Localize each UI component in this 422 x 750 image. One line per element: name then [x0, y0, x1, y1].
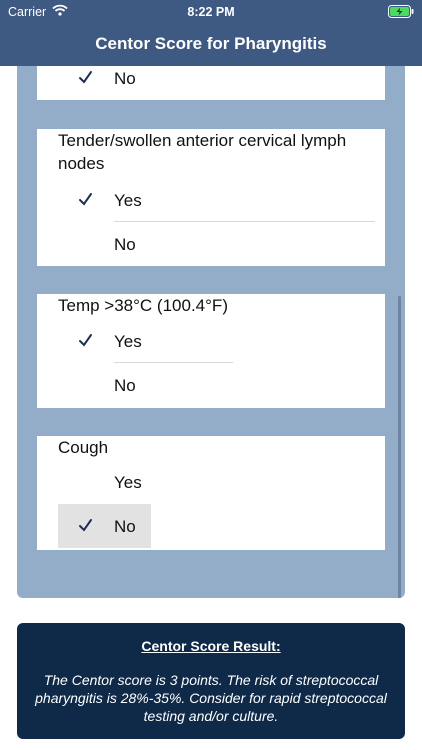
criteria-scroll-panel[interactable]: No Tender/swollen anterior cervical lymp…: [17, 66, 405, 598]
option-no[interactable]: No: [58, 363, 233, 407]
checkmark-icon: [78, 331, 94, 349]
criterion-question: Tender/swollen anterior cervical lymph n…: [58, 131, 347, 173]
criterion-card-previous: No: [37, 66, 385, 100]
criterion-card-lymph-nodes: Tender/swollen anterior cervical lymph n…: [37, 129, 385, 266]
option-label: Yes: [114, 191, 142, 210]
option-label: No: [114, 376, 136, 395]
status-time: 8:22 PM: [187, 5, 235, 19]
option-label: Yes: [114, 332, 142, 351]
option-label: No: [114, 235, 136, 254]
checkmark-icon: [78, 68, 94, 86]
battery-icon: [388, 5, 414, 21]
result-title: Centor Score Result:: [141, 638, 281, 654]
option-no[interactable]: No: [58, 66, 213, 100]
result-panel: Centor Score Result: The Centor score is…: [17, 623, 405, 739]
scrollbar[interactable]: [398, 296, 401, 598]
option-label: No: [114, 517, 136, 536]
result-text: The Centor score is 3 points. The risk o…: [35, 672, 387, 724]
option-no[interactable]: No: [58, 222, 375, 266]
option-label: Yes: [114, 473, 142, 492]
checkmark-icon: [78, 516, 94, 534]
option-yes[interactable]: Yes: [58, 460, 151, 504]
status-bar: Carrier 8:22 PM: [0, 0, 422, 24]
option-label: No: [114, 69, 136, 88]
option-yes[interactable]: Yes: [58, 319, 233, 363]
criterion-question: Temp >38°C (100.4°F): [58, 296, 228, 315]
checkmark-icon: [78, 190, 94, 208]
navigation-bar: Centor Score for Pharyngitis: [0, 24, 422, 66]
criterion-card-temperature: Temp >38°C (100.4°F) Yes No: [37, 294, 385, 408]
criterion-card-cough: Cough Yes No: [37, 436, 385, 550]
option-yes[interactable]: Yes: [58, 178, 375, 222]
page-title: Centor Score for Pharyngitis: [95, 34, 327, 53]
option-no[interactable]: No: [58, 504, 151, 548]
criterion-question: Cough: [58, 438, 109, 457]
